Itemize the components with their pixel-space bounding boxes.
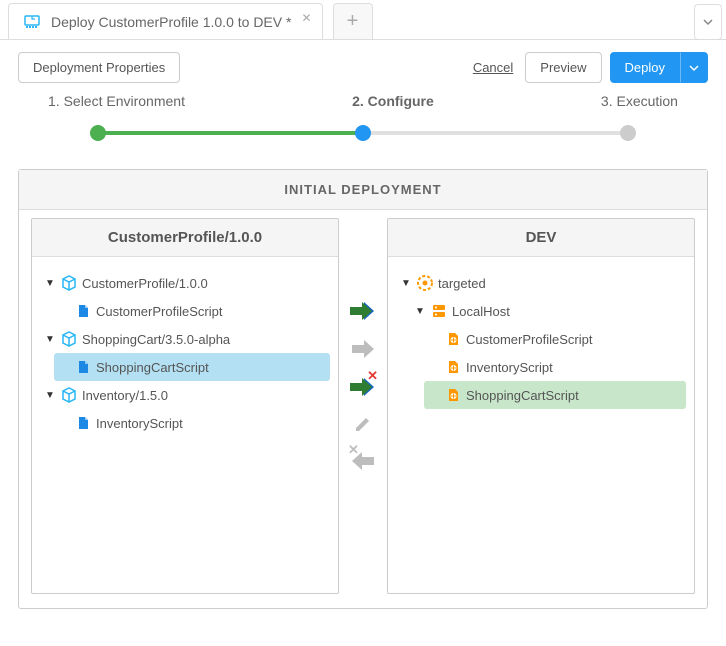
deployment-properties-button[interactable]: Deployment Properties (18, 52, 180, 83)
step-dot-2[interactable] (355, 125, 371, 141)
chevron-down-icon: ▼ (44, 278, 56, 289)
tree-node-deployed-highlighted[interactable]: ShoppingCartScript (424, 381, 686, 409)
tree-label: targeted (438, 276, 486, 291)
tree-label: LocalHost (452, 304, 510, 319)
tree-node-package[interactable]: ▼ CustomerProfile/1.0.0 (40, 269, 330, 297)
tree-label: CustomerProfileScript (96, 304, 222, 319)
tree-node-package[interactable]: ▼ Inventory/1.5.0 (40, 381, 330, 409)
step-progress (98, 131, 363, 135)
chevron-down-icon: ▼ (400, 278, 412, 289)
package-icon (60, 386, 78, 404)
toolbar: Deployment Properties Cancel Preview Dep… (0, 40, 726, 93)
target-tree: ▼ targeted ▼ LocalHost CustomerProfileSc… (388, 257, 694, 593)
file-deployed-icon (444, 358, 462, 376)
edit-button[interactable] (353, 414, 373, 434)
chevron-down-icon: ▼ (44, 334, 56, 345)
file-deployed-icon (444, 386, 462, 404)
tree-label: ShoppingCartScript (96, 360, 209, 375)
deploy-button[interactable]: Deploy (610, 52, 680, 83)
tree-node-host[interactable]: ▼ LocalHost (410, 297, 686, 325)
error-x-icon: ✕ (348, 442, 359, 458)
active-tab[interactable]: Deploy CustomerProfile 1.0.0 to DEV * ✕ (8, 3, 323, 39)
chevron-down-icon: ▼ (44, 390, 56, 401)
deploy-icon (23, 13, 41, 31)
tree-node-script-selected[interactable]: ShoppingCartScript (54, 353, 330, 381)
deploy-button-group: Deploy (610, 52, 708, 83)
deployment-panel: INITIAL DEPLOYMENT CustomerProfile/1.0.0… (18, 169, 708, 609)
step-1-label: 1. Select Environment (48, 93, 185, 109)
package-icon (60, 330, 78, 348)
cancel-link[interactable]: Cancel (473, 60, 513, 75)
server-icon (430, 302, 448, 320)
tree-label: InventoryScript (466, 360, 553, 375)
step-dot-3[interactable] (620, 125, 636, 141)
tree-node-target-root[interactable]: ▼ targeted (396, 269, 686, 297)
tree-node-script[interactable]: InventoryScript (54, 409, 330, 437)
tree-label: CustomerProfileScript (466, 332, 592, 347)
target-header: DEV (388, 219, 694, 257)
map-right-button[interactable] (350, 300, 376, 322)
tree-label: Inventory/1.5.0 (82, 388, 168, 403)
tree-node-package[interactable]: ▼ ShoppingCart/3.5.0-alpha (40, 325, 330, 353)
tree-label: InventoryScript (96, 416, 183, 431)
deploy-dropdown-button[interactable] (680, 52, 708, 83)
source-tree: ▼ CustomerProfile/1.0.0 CustomerProfileS… (32, 257, 338, 593)
stepper: 1. Select Environment 2. Configure 3. Ex… (18, 93, 708, 157)
panel-title: INITIAL DEPLOYMENT (19, 170, 707, 210)
preview-button[interactable]: Preview (525, 52, 601, 83)
package-icon (60, 274, 78, 292)
step-3-label: 3. Execution (601, 93, 678, 109)
error-x-icon: ✕ (367, 368, 378, 384)
file-icon (74, 302, 92, 320)
map-right-error-button[interactable]: ✕ (350, 376, 376, 398)
file-icon (74, 414, 92, 432)
add-tab-button[interactable]: + (333, 3, 373, 39)
tree-node-deployed[interactable]: InventoryScript (424, 353, 686, 381)
tree-label: ShoppingCartScript (466, 388, 579, 403)
step-dot-1[interactable] (90, 125, 106, 141)
tree-node-deployed[interactable]: CustomerProfileScript (424, 325, 686, 353)
source-header: CustomerProfile/1.0.0 (32, 219, 338, 257)
file-icon (74, 358, 92, 376)
map-right-disabled-button[interactable] (350, 338, 376, 360)
source-column: CustomerProfile/1.0.0 ▼ CustomerProfile/… (31, 218, 339, 594)
unmap-left-button[interactable]: ✕ (350, 450, 376, 472)
tab-title: Deploy CustomerProfile 1.0.0 to DEV * (51, 14, 291, 30)
close-icon[interactable]: ✕ (301, 11, 311, 25)
file-deployed-icon (444, 330, 462, 348)
step-2-label: 2. Configure (352, 93, 434, 109)
tree-node-script[interactable]: CustomerProfileScript (54, 297, 330, 325)
step-track (98, 131, 628, 135)
target-icon (416, 274, 434, 292)
tree-label: CustomerProfile/1.0.0 (82, 276, 208, 291)
deploy-body: CustomerProfile/1.0.0 ▼ CustomerProfile/… (19, 210, 707, 606)
tree-label: ShoppingCart/3.5.0-alpha (82, 332, 230, 347)
chevron-down-icon: ▼ (414, 306, 426, 317)
tab-bar: Deploy CustomerProfile 1.0.0 to DEV * ✕ … (0, 0, 726, 40)
transfer-controls: ✕ ✕ (339, 210, 387, 606)
tab-menu-button[interactable] (694, 4, 722, 40)
target-column: DEV ▼ targeted ▼ LocalHost CustomerProfi… (387, 218, 695, 594)
